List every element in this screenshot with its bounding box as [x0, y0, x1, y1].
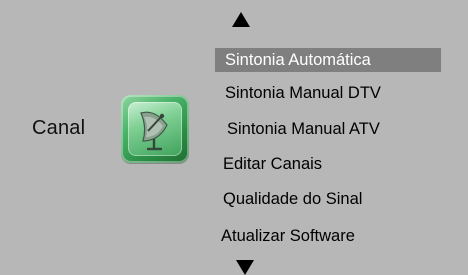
settings-screen: Canal Sintonia Automática Sintonia Manua…: [0, 0, 468, 275]
menu-item-qualidade-do-sinal[interactable]: Qualidade do Sinal: [223, 187, 362, 211]
satellite-dish-glyph: [140, 111, 168, 151]
menu-item-editar-canais[interactable]: Editar Canais: [223, 152, 322, 176]
scroll-down-arrow-icon[interactable]: [236, 260, 254, 275]
menu-item-sintonia-manual-dtv[interactable]: Sintonia Manual DTV: [225, 81, 381, 105]
menu-item-atualizar-software[interactable]: Atualizar Software: [221, 224, 355, 248]
menu-item-sintonia-automatica[interactable]: Sintonia Automática: [215, 48, 441, 72]
category-label: Canal: [32, 117, 86, 139]
menu-item-sintonia-manual-atv[interactable]: Sintonia Manual ATV: [227, 117, 380, 141]
scroll-up-arrow-icon[interactable]: [232, 12, 250, 27]
satellite-dish-icon: [121, 95, 189, 163]
